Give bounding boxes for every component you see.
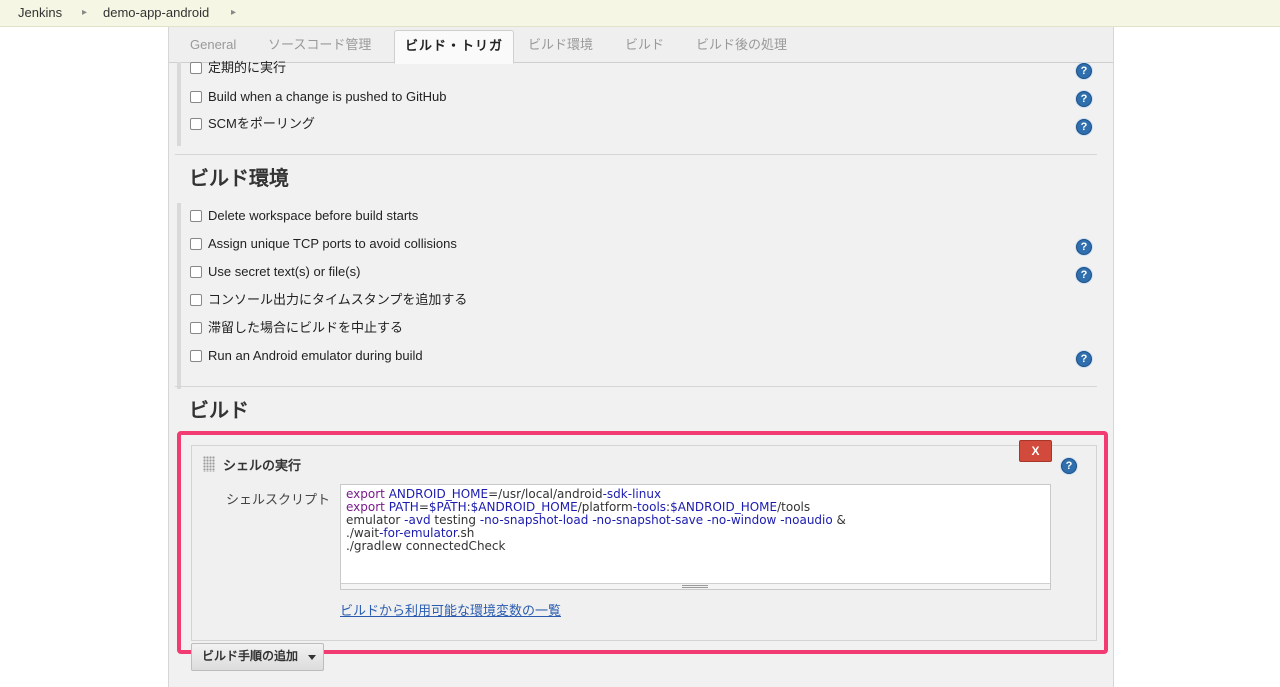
env-vars-link[interactable]: ビルドから利用可能な環境変数の一覧 <box>340 600 561 619</box>
breadcrumb-separator-icon: ▸ <box>82 7 88 18</box>
env-timestamp-checkbox[interactable] <box>190 294 202 306</box>
tab-build-environment[interactable]: ビルド環境 <box>528 27 593 62</box>
trigger-scm-poll-checkbox[interactable] <box>190 118 202 130</box>
section-indent-bar <box>177 62 181 146</box>
env-delete-workspace-checkbox[interactable] <box>190 210 202 222</box>
question-help-icon[interactable]: ? <box>1061 458 1077 474</box>
build-title: ビルド <box>189 400 249 422</box>
drag-handle-icon[interactable] <box>203 456 215 472</box>
env-abort-stuck-label: 滞留した場合にビルドを中止する <box>208 320 404 335</box>
shell-script-content[interactable]: export ANDROID_HOME=/usr/local/android-s… <box>341 485 1050 556</box>
env-delete-workspace-label: Delete workspace before build starts <box>208 208 419 223</box>
add-build-step-button[interactable]: ビルド手順の追加 <box>191 643 324 671</box>
section-divider <box>175 154 1097 155</box>
question-help-icon[interactable]: ? <box>1076 91 1092 107</box>
trigger-github-checkbox[interactable] <box>190 91 202 103</box>
question-help-icon[interactable]: ? <box>1076 351 1092 367</box>
breadcrumb: Jenkins ▸ demo-app-android ▸ <box>0 0 1280 27</box>
trigger-github-label: Build when a change is pushed to GitHub <box>208 89 447 104</box>
tab-scm[interactable]: ソースコード管理 <box>268 27 371 62</box>
env-secret-label: Use secret text(s) or file(s) <box>208 264 361 279</box>
textarea-resize-handle[interactable] <box>341 583 1050 589</box>
tab-general[interactable]: General <box>190 27 236 62</box>
delete-step-button[interactable]: X <box>1019 440 1052 462</box>
env-tcp-ports-checkbox[interactable] <box>190 238 202 250</box>
breadcrumb-jenkins[interactable]: Jenkins <box>18 0 62 26</box>
trigger-periodic-checkbox[interactable] <box>190 62 202 74</box>
question-help-icon[interactable]: ? <box>1076 267 1092 283</box>
tab-build-triggers[interactable]: ビルド・トリガ <box>394 30 515 64</box>
question-help-icon[interactable]: ? <box>1076 239 1092 255</box>
build-env-title: ビルド環境 <box>189 168 289 190</box>
question-help-icon[interactable]: ? <box>1076 63 1092 79</box>
env-android-emulator-checkbox[interactable] <box>190 350 202 362</box>
trigger-scm-poll-label: SCMをポーリング <box>208 116 315 131</box>
trigger-periodic-label: 定期的に実行 <box>208 60 287 75</box>
tab-build[interactable]: ビルド <box>625 27 664 62</box>
env-tcp-ports-label: Assign unique TCP ports to avoid collisi… <box>208 236 457 251</box>
breadcrumb-separator-icon: ▸ <box>231 7 237 18</box>
env-android-emulator-label: Run an Android emulator during build <box>208 348 423 363</box>
add-build-step-label: ビルド手順の追加 <box>202 649 299 663</box>
tab-post-build[interactable]: ビルド後の処理 <box>696 27 787 62</box>
shell-script-label: シェルスクリプト <box>226 492 331 507</box>
env-timestamp-label: コンソール出力にタイムスタンプを追加する <box>208 292 468 307</box>
question-help-icon[interactable]: ? <box>1076 119 1092 135</box>
build-step-title: シェルの実行 <box>223 458 302 473</box>
section-indent-bar <box>177 203 181 389</box>
section-divider <box>175 386 1097 387</box>
shell-script-textarea[interactable]: export ANDROID_HOME=/usr/local/android-s… <box>340 484 1051 590</box>
resize-grip-icon[interactable] <box>682 585 708 588</box>
tab-bar: General ソースコード管理 ビルド・トリガ ビルド環境 ビルド ビルド後の… <box>169 27 1113 64</box>
env-secret-checkbox[interactable] <box>190 266 202 278</box>
env-abort-stuck-checkbox[interactable] <box>190 322 202 334</box>
chevron-down-icon <box>308 655 316 660</box>
breadcrumb-project[interactable]: demo-app-android <box>103 0 209 26</box>
